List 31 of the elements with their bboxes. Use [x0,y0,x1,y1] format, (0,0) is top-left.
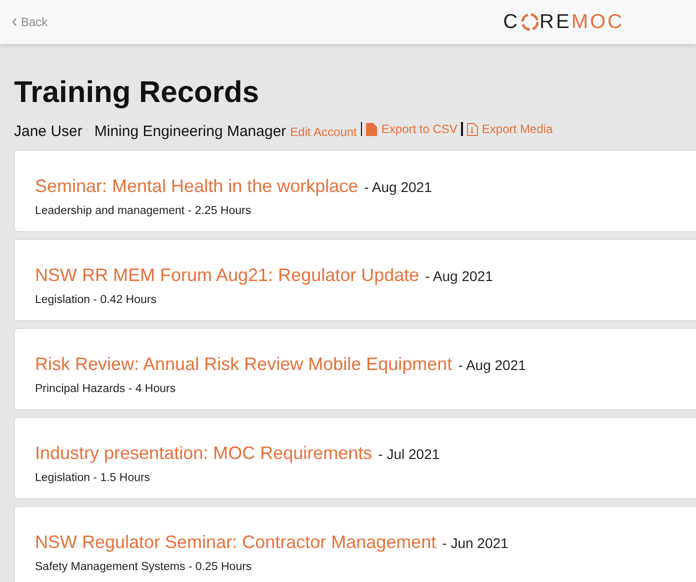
file-icon [366,122,378,136]
export-link[interactable]: Export Media [466,120,553,138]
export-link[interactable]: Export to CSV [366,120,458,138]
record-date: - Aug 2021 [364,178,432,197]
record-title[interactable]: NSW Regulator Seminar: Contractor Management [35,529,436,556]
record-card[interactable]: NSW RR MEM Forum Aug21: Regulator Update - Aug 2021 Legislation - 0.42 Hours [14,239,696,321]
user-role: Mining Engineering Manager [94,122,286,142]
edit-account-link[interactable]: Edit Account [290,122,357,140]
page-title: Training Records [14,78,260,108]
record-date: - Jul 2021 [378,445,440,464]
record-card[interactable]: NSW Regulator Seminar: Contractor Management - Jun 2021 Safety Management Systems - 0.25 Hours [14,506,696,582]
record-title[interactable]: NSW RR MEM Forum Aug21: Regulator Update [35,262,420,289]
record-card[interactable]: Risk Review: Annual Risk Review Mobile Equipment - Aug 2021 Principal Hazards - 4 Hours [14,328,696,410]
record-detail: Legislation - 1.5 Hours [35,471,152,486]
back-link[interactable]: Back [12,13,48,31]
record-card[interactable]: Seminar: Mental Health in the workplace - Aug 2021 Leadership and management - 2.25 Hours [14,150,696,232]
record-detail: Safety Management Systems - 0.25 Hours [35,560,253,575]
record-detail: Principal Hazards - 4 Hours [35,382,177,397]
record-title[interactable]: Industry presentation: MOC Requirements [35,440,372,467]
logo: C RE MOC [503,12,624,32]
record-date: - Aug 2021 [425,267,493,286]
file-icon [466,122,478,136]
record-date: - Jun 2021 [442,534,508,553]
record-detail: Leadership and management - 2.25 Hours [35,204,252,219]
record-date: - Aug 2021 [458,356,526,375]
record-title[interactable]: Risk Review: Annual Risk Review Mobile Equipment [35,351,452,378]
record-title[interactable]: Seminar: Mental Health in the workplace [35,173,358,200]
user-name: Jane User [14,122,82,142]
record-detail: Legislation - 0.42 Hours [35,293,158,308]
record-card[interactable]: Industry presentation: MOC Requirements - Jul 2021 Legislation - 1.5 Hours [14,417,696,499]
chevron-left-icon [12,18,17,26]
